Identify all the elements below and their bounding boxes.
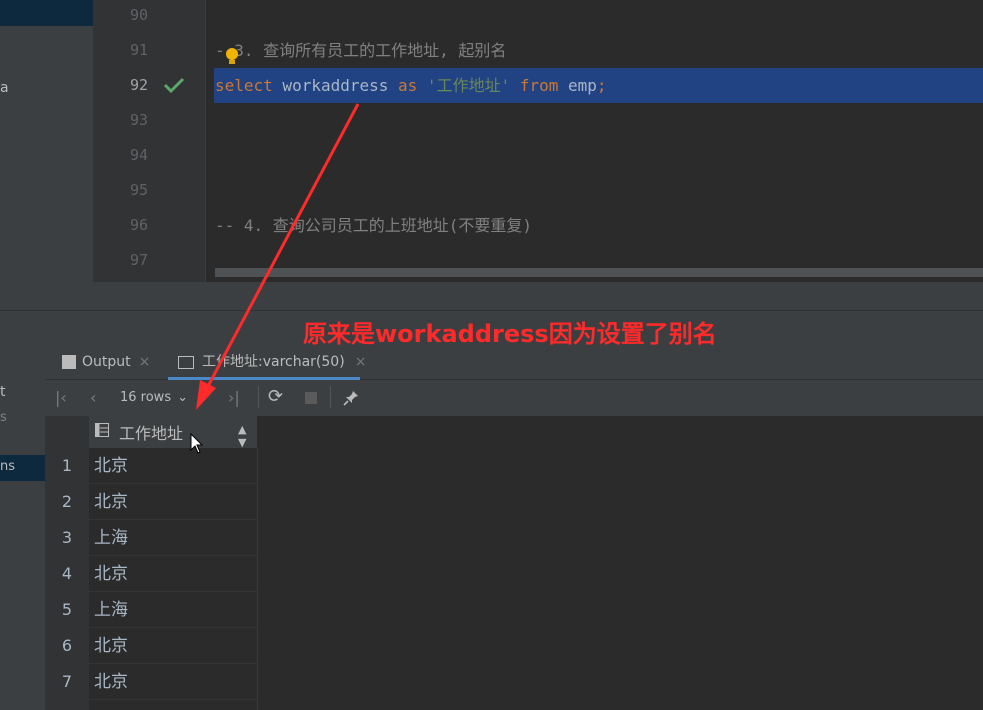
column-border xyxy=(257,448,258,710)
refresh-icon[interactable]: ⟳ xyxy=(268,386,283,407)
table-cell[interactable]: 上海 xyxy=(89,520,257,556)
keyword-select: select xyxy=(215,76,273,95)
column-icon xyxy=(95,423,109,437)
editor-horizontal-scrollbar[interactable] xyxy=(215,268,983,277)
table-cell[interactable]: 上海 xyxy=(89,592,257,628)
row-number: 5 xyxy=(61,600,73,619)
project-item-label[interactable]: a xyxy=(0,80,9,96)
sort-icon[interactable]: ▲ ▼ xyxy=(238,423,246,449)
annotation-text: 原来是workaddress因为设置了别名 xyxy=(303,320,717,348)
keyword-as: as xyxy=(398,76,418,95)
rows-count: 16 rows xyxy=(120,390,172,405)
pin-icon[interactable] xyxy=(342,389,360,407)
row-number: 4 xyxy=(61,564,73,583)
toolbar-separator xyxy=(330,386,331,408)
toolbar-separator xyxy=(258,386,259,408)
services-item-label[interactable]: ns xyxy=(0,459,15,474)
row-number: 6 xyxy=(61,636,73,655)
table-cell[interactable]: 北京 xyxy=(89,556,257,592)
table-cell[interactable]: 北京 xyxy=(89,664,257,700)
execution-success-check-icon xyxy=(163,77,185,94)
services-panel xyxy=(0,345,45,710)
row-number: 7 xyxy=(61,672,73,691)
services-item-label[interactable]: t xyxy=(0,384,6,400)
code-sql-line[interactable]: select workaddress as '工作地址' from emp; xyxy=(215,68,607,103)
chevron-down-icon: ⌄ xyxy=(177,390,188,405)
splitter-line xyxy=(0,310,983,311)
table-cell[interactable]: 北京 xyxy=(89,628,257,664)
line-number: 90 xyxy=(129,6,148,24)
next-page-icon[interactable]: › xyxy=(200,388,206,407)
previous-page-icon[interactable]: ‹ xyxy=(90,388,96,407)
mouse-cursor-icon xyxy=(190,433,204,454)
tab-output[interactable]: Output × xyxy=(62,345,150,379)
keyword-from: from xyxy=(519,76,559,95)
tab-result[interactable]: 工作地址:varchar(50) × xyxy=(178,345,366,379)
table-icon xyxy=(178,355,194,369)
page-size-selector[interactable]: 16 rows ⌄ xyxy=(120,390,188,405)
project-selected-row[interactable] xyxy=(0,0,93,26)
code-comment-line[interactable]: -- 4. 查询公司员工的上班地址(不要重复) xyxy=(215,208,532,243)
project-panel: a xyxy=(0,0,93,310)
semicolon: ; xyxy=(596,76,607,95)
row-number: 2 xyxy=(61,492,73,511)
row-number: 3 xyxy=(61,528,73,547)
alias-string: '工作地址' xyxy=(417,76,520,95)
column-header-label: 工作地址 xyxy=(119,424,184,443)
column-identifier: workaddress xyxy=(272,76,399,95)
line-number-current: 92 xyxy=(129,76,148,94)
line-number: 94 xyxy=(129,146,148,164)
console-icon xyxy=(62,355,76,369)
lightbulb-icon[interactable] xyxy=(226,48,238,60)
table-identifier: emp xyxy=(558,76,597,95)
last-page-icon[interactable]: ›| xyxy=(228,388,240,407)
stop-icon[interactable] xyxy=(305,392,317,404)
table-cell[interactable]: 北京 xyxy=(89,484,257,520)
lightbulb-base xyxy=(229,60,235,64)
line-number: 93 xyxy=(129,111,148,129)
close-icon[interactable]: × xyxy=(355,354,367,370)
line-number: 96 xyxy=(129,216,148,234)
table-cell[interactable]: 北京 xyxy=(89,448,257,484)
line-number: 95 xyxy=(129,181,148,199)
tab-result-label: 工作地址:varchar(50) xyxy=(202,354,345,370)
tab-output-label: Output xyxy=(82,354,131,370)
services-item-label[interactable]: s xyxy=(0,410,7,425)
first-page-icon[interactable]: |‹ xyxy=(55,388,67,407)
close-icon[interactable]: × xyxy=(139,354,151,370)
line-number: 91 xyxy=(129,41,148,59)
line-number: 97 xyxy=(129,251,148,269)
code-comment-line[interactable]: - 3. 查询所有员工的工作地址, 起别名 xyxy=(215,33,506,68)
row-number: 1 xyxy=(61,456,73,475)
